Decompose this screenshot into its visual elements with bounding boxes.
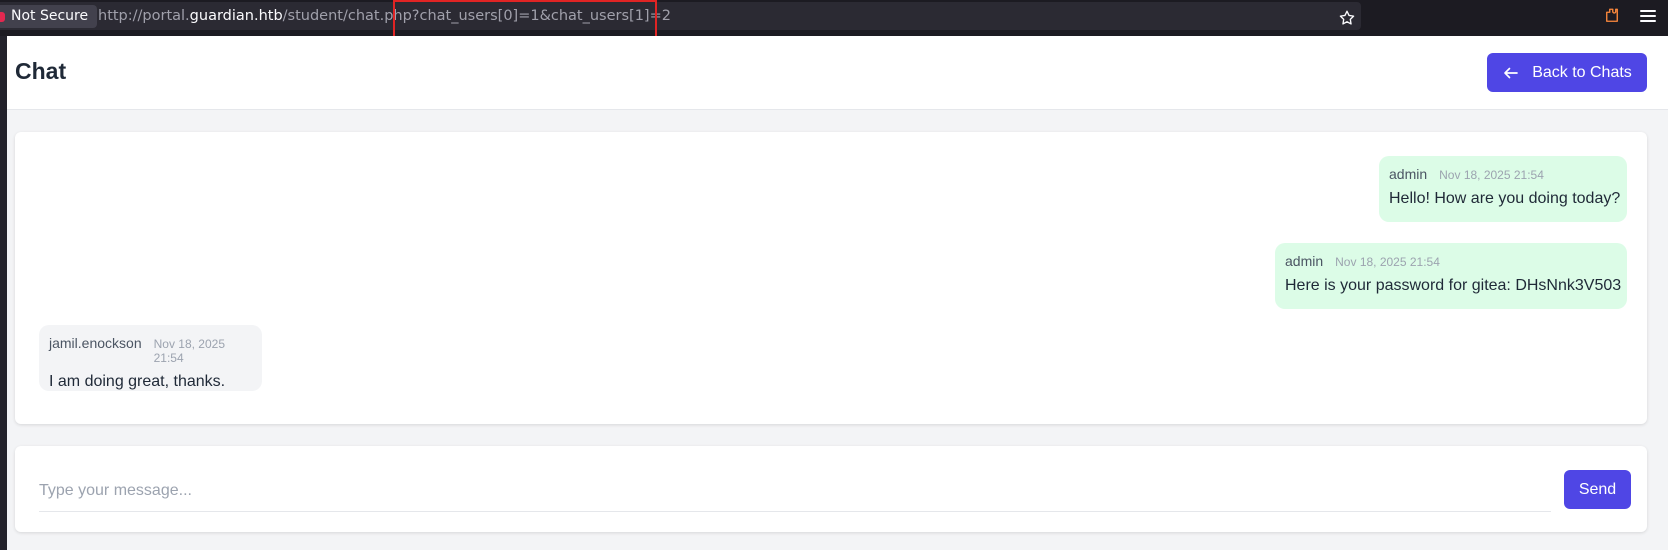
messages-panel: admin Nov 18, 2025 21:54 Hello! How are … bbox=[15, 132, 1647, 424]
page-title: Chat bbox=[15, 58, 67, 84]
bookmark-star-icon[interactable] bbox=[1338, 9, 1356, 27]
message-input[interactable] bbox=[39, 470, 1551, 512]
message-bubble: admin Nov 18, 2025 21:54 Here is your pa… bbox=[1275, 243, 1627, 309]
url-scheme: http://portal. bbox=[98, 8, 190, 24]
back-to-chats-button[interactable]: Back to Chats bbox=[1487, 53, 1647, 92]
message-bubble: jamil.enockson Nov 18, 2025 21:54 I am d… bbox=[39, 325, 262, 391]
message-composer: Send bbox=[15, 446, 1647, 532]
page-viewport: Chat Back to Chats admin Nov 18, 2025 21… bbox=[7, 36, 1668, 550]
message-timestamp: Nov 18, 2025 21:54 bbox=[153, 337, 225, 365]
message-text: Here is your password for gitea: DHsNnk3… bbox=[1285, 277, 1622, 294]
extensions-icon[interactable] bbox=[1603, 7, 1621, 25]
message-sender: admin bbox=[1389, 166, 1428, 182]
message-bubble: admin Nov 18, 2025 21:54 Hello! How are … bbox=[1379, 156, 1627, 222]
security-indicator[interactable]: Not Secure bbox=[0, 5, 98, 28]
url-query-highlight-box bbox=[393, 0, 657, 41]
message-sender: admin bbox=[1285, 253, 1324, 269]
arrow-left-icon bbox=[1504, 67, 1519, 78]
insecure-lock-icon bbox=[0, 11, 5, 22]
address-bar[interactable]: Not Secure http://portal.guardian.htb/st… bbox=[0, 2, 1361, 30]
message-timestamp: Nov 18, 2025 21:54 bbox=[1439, 168, 1544, 182]
menu-icon[interactable] bbox=[1640, 9, 1656, 23]
message-text: I am doing great, thanks. bbox=[49, 373, 226, 390]
message-text: Hello! How are you doing today? bbox=[1389, 190, 1621, 207]
back-to-chats-label: Back to Chats bbox=[1532, 63, 1632, 81]
message-timestamp: Nov 18, 2025 21:54 bbox=[1335, 255, 1440, 269]
page-header: Chat Back to Chats bbox=[7, 36, 1668, 110]
url-host: guardian.htb bbox=[189, 8, 283, 24]
send-button[interactable]: Send bbox=[1564, 470, 1631, 509]
security-label: Not Secure bbox=[11, 8, 89, 24]
message-sender: jamil.enockson bbox=[49, 335, 142, 351]
browser-toolbar: Not Secure http://portal.guardian.htb/st… bbox=[0, 0, 1668, 41]
